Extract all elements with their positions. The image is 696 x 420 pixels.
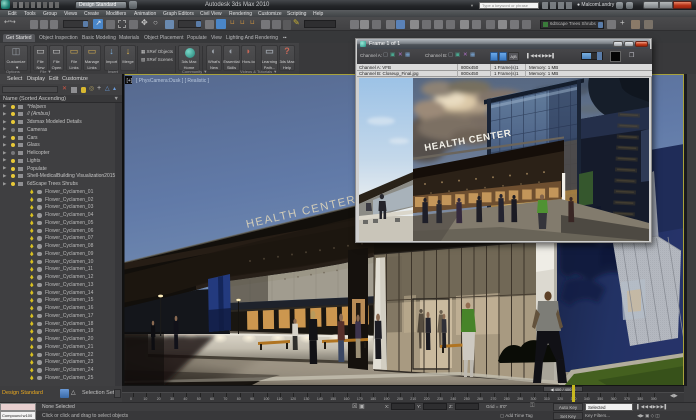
svg-text:[+]: [+] [127,78,133,84]
svg-text:[ PhysCamera:Dusk ] [ Realist: [ PhysCamera:Dusk ] [ Realistic ] [136,78,210,84]
